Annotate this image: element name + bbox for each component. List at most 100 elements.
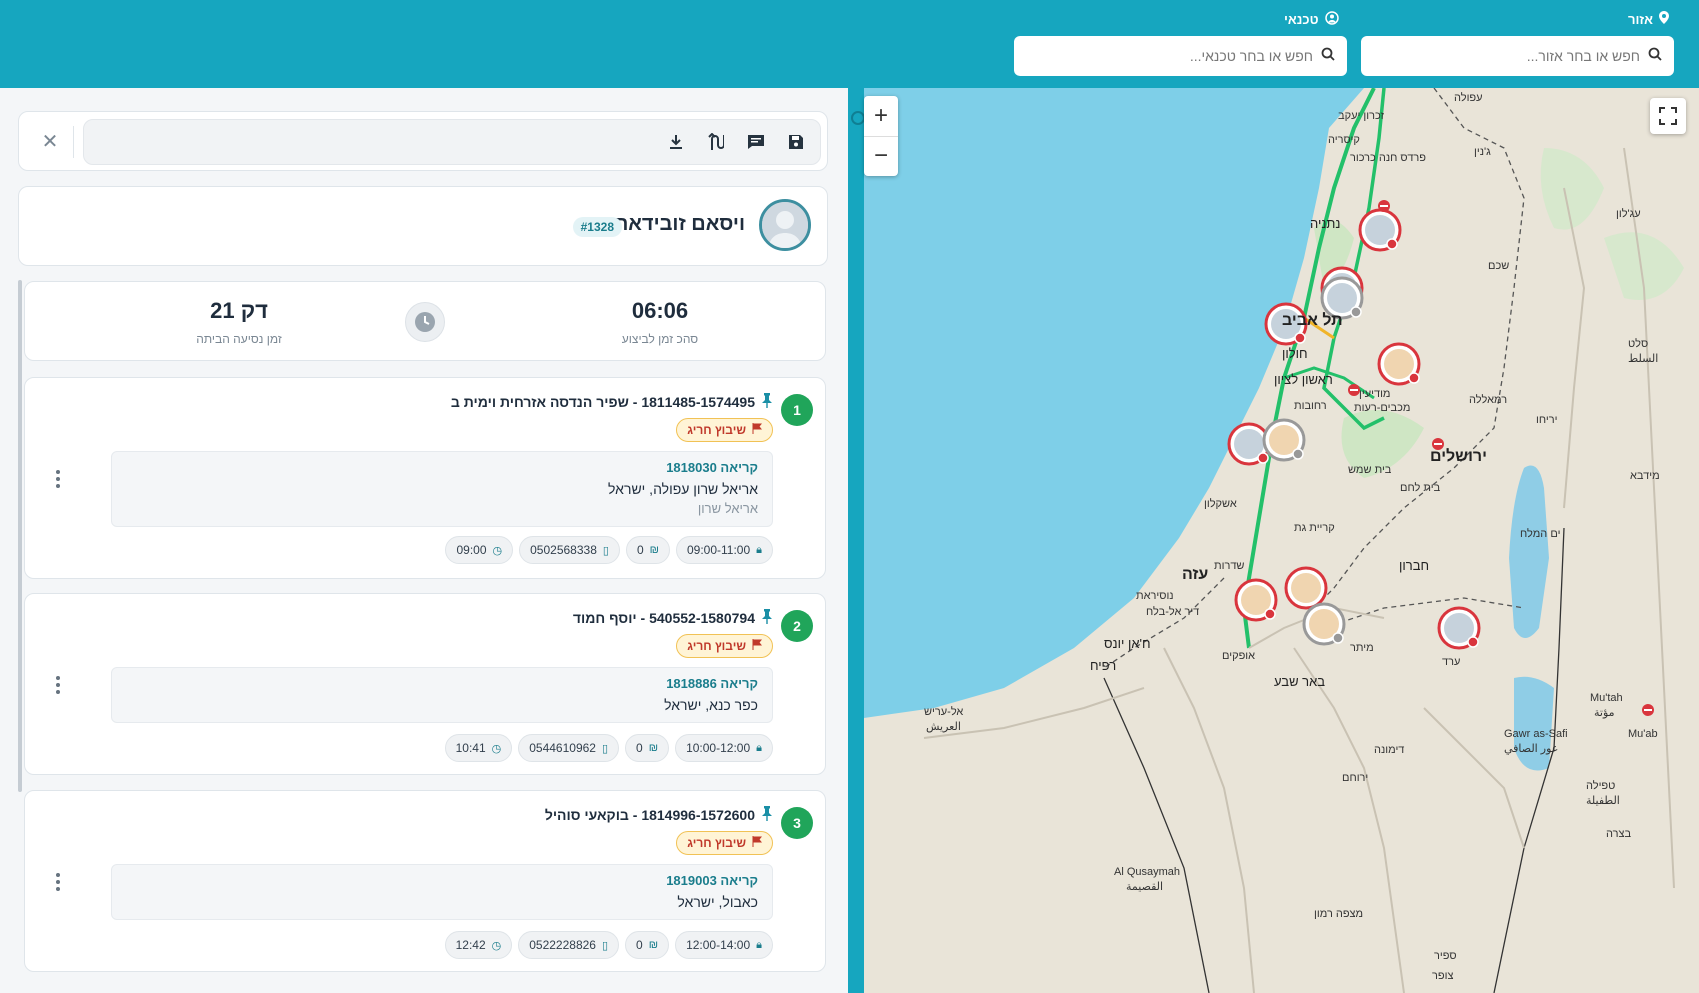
map-label: ים המלח <box>1520 528 1561 540</box>
map-label: ראשון לציון <box>1274 372 1333 387</box>
avatar <box>759 199 811 251</box>
phone-chip[interactable]: ▯ 0522228826 <box>518 931 620 959</box>
map-label: נתניה <box>1310 216 1341 231</box>
map-marker[interactable] <box>1284 566 1328 610</box>
more-options-icon[interactable] <box>53 873 63 891</box>
pin-icon[interactable] <box>761 805 773 824</box>
job-card[interactable]: 3 1814996-1572600 - בוקאעי סוהיל שיבוץ ח… <box>24 790 826 972</box>
map-label: אופקים <box>1222 650 1256 662</box>
map-marker[interactable] <box>1234 578 1278 622</box>
map-label: מכבים-רעות <box>1354 402 1411 414</box>
roadblock-icon <box>1642 704 1654 716</box>
map-label: סלט <box>1628 338 1649 350</box>
route-toolbar: ✕ <box>18 111 828 171</box>
job-title: 540552-1580794 - יוסף חמוד <box>573 608 773 627</box>
scrollbar[interactable] <box>18 280 22 792</box>
map-label: שכם <box>1488 260 1510 272</box>
time-window-chip: 🔒︎ 10:00-12:00 <box>675 734 773 762</box>
tech-search-input[interactable] <box>1026 48 1313 64</box>
map-marker[interactable] <box>1302 602 1346 646</box>
close-icon[interactable]: ✕ <box>39 130 61 153</box>
download-icon[interactable] <box>666 132 686 152</box>
save-icon[interactable] <box>786 132 806 152</box>
pin-icon[interactable] <box>761 392 773 411</box>
map-label: קריית גת <box>1294 522 1335 534</box>
map-marker[interactable] <box>1437 606 1481 650</box>
address-sub: אריאל שרון <box>697 501 758 516</box>
roadblock-icon <box>1378 200 1390 212</box>
comment-icon[interactable] <box>746 132 766 152</box>
map-label: דיר אל-בלח <box>1146 606 1200 618</box>
map-label: יריחו <box>1536 414 1558 426</box>
map-label: القصيمة <box>1126 881 1164 893</box>
panel-divider[interactable] <box>848 88 865 993</box>
price-chip: ₪ 0 <box>625 536 670 564</box>
address: כפר כנא, ישראל <box>664 697 758 713</box>
map-label: בית שמש <box>1348 464 1392 476</box>
technician-id-badge: #1328 <box>572 217 622 237</box>
map-label: ג'נין <box>1474 146 1491 158</box>
map-marker[interactable] <box>1262 418 1306 462</box>
map-view[interactable]: זכרון יעקב קיסריה פרדס חנה כרכור נתניה ת… <box>864 88 1699 993</box>
fullscreen-button[interactable] <box>1650 98 1686 134</box>
zoom-in-button[interactable]: + <box>864 96 898 137</box>
job-card[interactable]: 2 540552-1580794 - יוסף חמוד שיבוץ חריג … <box>24 593 826 775</box>
map-label: אשקלון <box>1204 498 1237 510</box>
return-time-value: 21 דק <box>210 298 268 323</box>
lock-icon: 🔒︎ <box>756 543 762 556</box>
shekel-icon: ₪ <box>648 742 659 754</box>
map-label: רחובות <box>1294 400 1327 412</box>
job-sequence-number: 2 <box>781 610 813 642</box>
toolbar-actions <box>83 119 821 165</box>
zoom-out-button[interactable]: − <box>864 137 898 177</box>
map-label: الطفيلة <box>1586 795 1620 807</box>
time-window-chip: 🔒︎ 09:00-11:00 <box>675 536 773 564</box>
job-title: 1811485-1574495 - שפיר הנדסה אזרחית וימי… <box>451 392 773 411</box>
pin-icon[interactable] <box>761 608 773 627</box>
map-label: Gawr as-Safi <box>1504 728 1568 740</box>
map-label: ירוחם <box>1342 772 1369 784</box>
job-card[interactable]: 1 1811485-1574495 - שפיר הנדסה אזרחית וי… <box>24 377 826 579</box>
tech-filter-label: טכנאי <box>1284 11 1339 28</box>
map-label: שדרות <box>1214 560 1245 572</box>
route-panel: ✕ ויסאם זובידאת #1328 06:06 סהכ זמן לביצ… <box>0 88 848 993</box>
phone-icon: ▯ <box>601 939 609 952</box>
job-chips: 🔒︎ 09:00-11:00 ₪ 0 ▯ 0502568338 ◷ 09:00 <box>445 536 773 564</box>
clock-icon: ◷ <box>491 939 502 952</box>
route-optimize-icon[interactable] <box>706 132 726 152</box>
map-label: Al Qusaymah <box>1114 866 1181 878</box>
call-number: קריאה 1819003 <box>666 873 758 888</box>
call-number: קריאה 1818030 <box>666 460 758 475</box>
fullscreen-icon <box>1659 107 1677 125</box>
region-search-field[interactable] <box>1361 36 1674 76</box>
exception-tag: שיבוץ חריג <box>676 418 773 442</box>
map-label: مؤتة <box>1594 707 1615 719</box>
clock-icon: ◷ <box>491 742 502 755</box>
region-search-input[interactable] <box>1373 48 1640 64</box>
map-marker[interactable] <box>1377 342 1421 386</box>
phone-chip[interactable]: ▯ 0544610962 <box>518 734 620 762</box>
collapse-handle-icon[interactable] <box>832 104 866 176</box>
address: אריאל שרון עפולה, ישראל <box>608 481 758 497</box>
shekel-icon: ₪ <box>649 544 659 556</box>
map-label: חברון <box>1399 558 1430 573</box>
map-label: ירושלים <box>1430 448 1487 465</box>
exception-tag: שיבוץ חריג <box>676 831 773 855</box>
phone-chip[interactable]: ▯ 0502568338 <box>519 536 620 564</box>
technician-name: ויסאם זובידאת <box>613 213 745 235</box>
more-options-icon[interactable] <box>53 470 63 488</box>
search-icon <box>1648 47 1662 66</box>
pin-icon <box>1659 11 1670 27</box>
job-title: 1814996-1572600 - בוקאעי סוהיל <box>545 805 773 824</box>
map-label: אל-עריש <box>924 706 964 718</box>
map-marker[interactable] <box>1358 208 1402 252</box>
exception-tag: שיבוץ חריג <box>676 634 773 658</box>
job-chips: 🔒︎ 10:00-12:00 ₪ 0 ▯ 0544610962 ◷ 10:41 <box>444 734 773 762</box>
map-label: נוסיראת <box>1136 590 1174 602</box>
clock-icon: ◷ <box>492 544 503 557</box>
price-chip: ₪ 0 <box>625 734 670 762</box>
job-sequence-number: 1 <box>781 394 813 426</box>
more-options-icon[interactable] <box>53 676 63 694</box>
time-window-chip: 🔒︎ 12:00-14:00 <box>675 931 773 959</box>
tech-search-field[interactable] <box>1014 36 1347 76</box>
